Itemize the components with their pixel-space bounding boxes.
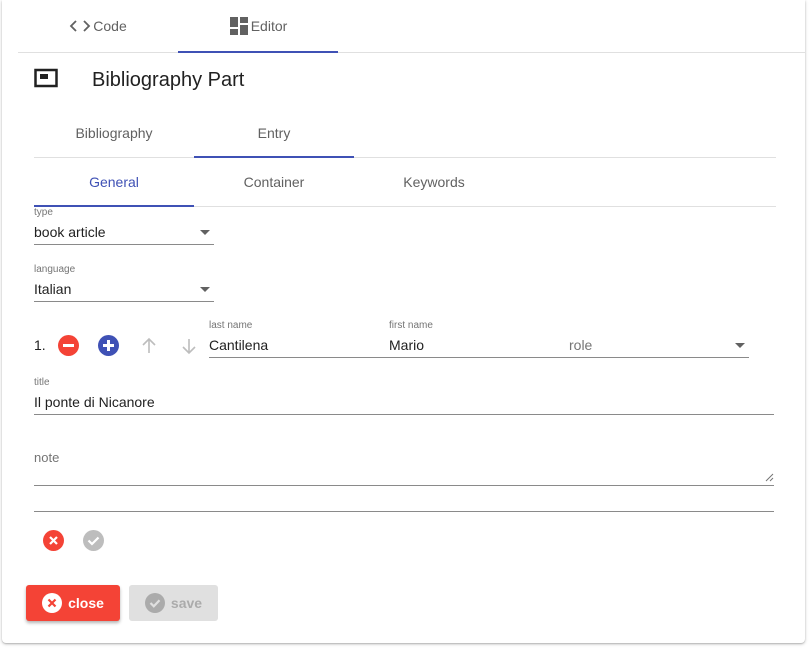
add-author-button[interactable] (98, 335, 119, 356)
tab-entry[interactable]: Entry (194, 108, 354, 158)
title-label: title (34, 377, 50, 388)
cancel-icon (42, 593, 63, 613)
note-placeholder: note (34, 450, 60, 465)
tab-container[interactable]: Container (194, 157, 354, 206)
tab-editor[interactable]: Editor (178, 0, 338, 53)
divider (34, 511, 774, 512)
tab-editor-label: Editor (250, 18, 288, 34)
page-title: Bibliography Part (92, 68, 245, 91)
tab-entry-label: Entry (257, 124, 291, 141)
tab-bibliography-label: Bibliography (75, 124, 153, 141)
language-value: Italian (34, 281, 72, 297)
save-label: save (170, 595, 203, 611)
close-icon (49, 536, 58, 545)
part-header: Bibliography Part (34, 62, 244, 98)
tab-general[interactable]: General (34, 157, 194, 207)
close-button[interactable]: close (26, 585, 120, 621)
first-name-label: first name (389, 320, 433, 331)
arrow-up-icon (142, 337, 156, 353)
title-value: Il ponte di Nicanore (34, 394, 155, 410)
tab-keywords[interactable]: Keywords (354, 157, 514, 206)
check-circle-icon (144, 593, 165, 613)
move-down-button[interactable] (179, 336, 199, 356)
plus-icon (103, 340, 114, 351)
main-tab-bar: Bibliography Entry (34, 108, 776, 158)
role-placeholder: role (569, 337, 593, 353)
tab-general-label: General (89, 173, 139, 190)
arrow-down-icon (182, 339, 196, 355)
confirm-button[interactable] (83, 530, 104, 551)
minus-icon (63, 344, 74, 347)
language-label: language (34, 264, 76, 275)
type-label: type (34, 207, 53, 218)
tab-bibliography[interactable]: Bibliography (34, 108, 194, 157)
featured-video-icon (34, 68, 58, 93)
save-button[interactable]: save (129, 585, 218, 621)
remove-author-button[interactable] (58, 335, 79, 356)
top-tab-bar: Code Editor (18, 0, 805, 53)
move-up-button[interactable] (139, 336, 159, 356)
tab-keywords-label: Keywords (403, 173, 465, 190)
language-underline (34, 301, 214, 302)
discard-button[interactable] (43, 530, 64, 551)
chevron-down-icon (200, 230, 210, 235)
note-underline (34, 485, 774, 486)
author-underline (209, 357, 749, 358)
author-ordinal: 1. (34, 337, 46, 353)
tab-container-label: Container (243, 173, 305, 190)
sub-tab-bar: General Container Keywords (34, 157, 776, 207)
last-name-value: Cantilena (209, 337, 269, 353)
dashboard-icon (229, 17, 249, 35)
title-underline (34, 414, 774, 415)
first-name-value: Mario (389, 337, 425, 353)
chevron-down-icon (735, 343, 745, 348)
tab-code-label: Code (93, 18, 127, 34)
check-icon (87, 536, 100, 546)
chevron-down-icon (200, 287, 210, 292)
last-name-label: last name (209, 320, 253, 331)
resize-handle-icon[interactable] (764, 472, 774, 482)
code-icon (69, 19, 91, 33)
type-value: book article (34, 224, 106, 240)
editor-card: Code Editor Bibliography Part Bibliograp… (2, 0, 805, 643)
type-underline (34, 244, 214, 245)
close-label: close (68, 595, 104, 611)
tab-code[interactable]: Code (18, 0, 178, 52)
